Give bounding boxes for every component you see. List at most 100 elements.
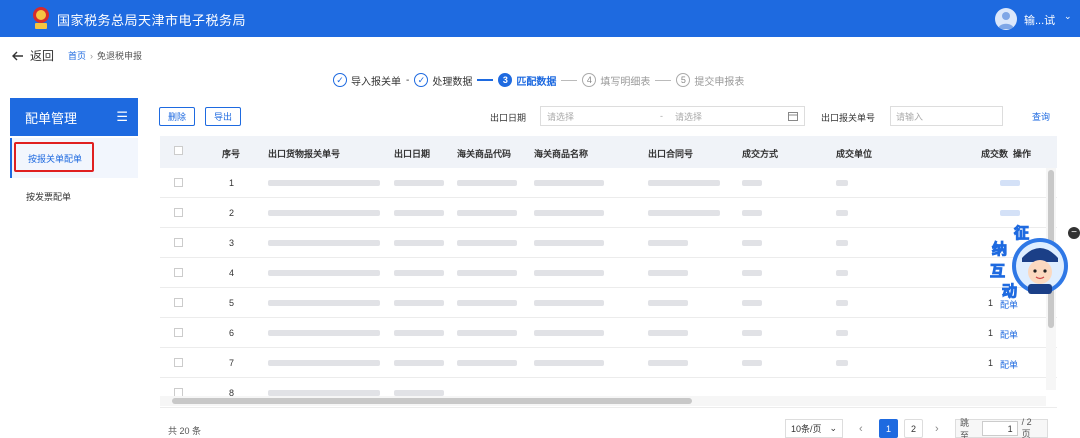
- prev-page-button[interactable]: ‹: [859, 419, 863, 438]
- user-avatar[interactable]: [995, 8, 1017, 30]
- column-header: 海关商品代码: [457, 149, 512, 159]
- step-submit: 5 提交申报表: [676, 73, 744, 88]
- sidebar-item-by-invoice[interactable]: 按发票配单: [10, 176, 138, 216]
- back-button[interactable]: 返回: [12, 47, 54, 64]
- redacted-cell: [457, 240, 517, 246]
- redacted-cell: [394, 270, 444, 276]
- step-number: 3: [498, 73, 513, 87]
- redacted-cell: [534, 300, 604, 306]
- redacted-cell: [742, 210, 762, 216]
- mascot-char: 互: [989, 263, 1006, 281]
- redacted-cell: [394, 210, 444, 216]
- redacted-cell: [742, 330, 762, 336]
- table-row[interactable]: 5 1 配单: [160, 288, 1057, 318]
- row-checkbox[interactable]: [174, 238, 183, 247]
- collapse-icon[interactable]: −: [1068, 227, 1080, 239]
- table-row[interactable]: 4: [160, 258, 1057, 288]
- redacted-cell: [742, 240, 762, 246]
- export-date-range[interactable]: 请选择 - 请选择: [540, 106, 805, 126]
- export-date-label: 出口日期: [490, 113, 527, 123]
- match-link[interactable]: 配单: [1000, 358, 1018, 371]
- row-checkbox[interactable]: [174, 328, 183, 337]
- row-seq: 2: [229, 208, 235, 218]
- redacted-cell: [394, 330, 444, 336]
- date-range-dash: -: [660, 111, 663, 121]
- step-connector: [655, 79, 672, 81]
- scroll-thumb[interactable]: [172, 398, 692, 404]
- row-checkbox[interactable]: [174, 298, 183, 307]
- redacted-cell: [268, 270, 380, 276]
- user-icon: [998, 12, 1014, 29]
- redacted-cell: [534, 330, 604, 336]
- redacted-cell: [534, 240, 604, 246]
- delete-button[interactable]: 删除: [159, 107, 195, 126]
- page-1-button[interactable]: 1: [879, 419, 898, 438]
- total-pages: / 2 页: [1021, 417, 1032, 438]
- step-number: 5: [676, 73, 691, 87]
- table-header: 序号 出口货物报关单号 出口日期 海关商品代码 海关商品名称 出口合同号 成交方…: [160, 136, 1057, 168]
- redacted-cell: [836, 300, 848, 306]
- redacted-cell: [836, 240, 848, 246]
- row-checkbox[interactable]: [174, 178, 183, 187]
- step-connector: [561, 79, 578, 81]
- date-end-field[interactable]: 请选择: [675, 110, 702, 123]
- redacted-cell: [268, 330, 380, 336]
- table-row[interactable]: 7 1 配单: [160, 348, 1057, 378]
- row-seq: 7: [229, 358, 235, 368]
- horizontal-scrollbar[interactable]: [160, 396, 1046, 406]
- table-row[interactable]: 2: [160, 198, 1057, 228]
- row-checkbox[interactable]: [174, 208, 183, 217]
- tax-emblem-icon: [33, 7, 49, 29]
- redacted-cell: [836, 210, 848, 216]
- assistant-mascot[interactable]: 征 纳 互 动: [988, 222, 1072, 304]
- jump-label: 跳至: [960, 417, 970, 438]
- step-label: 填写明细表: [600, 76, 651, 88]
- table-row[interactable]: 6 1 配单: [160, 318, 1057, 348]
- declaration-no-input[interactable]: 请输入: [890, 106, 1003, 126]
- mascot-char: 纳: [991, 241, 1008, 259]
- redacted-cell: [648, 360, 688, 366]
- row-checkbox[interactable]: [174, 268, 183, 277]
- export-button[interactable]: 导出: [205, 107, 241, 126]
- check-icon: ✓: [333, 73, 347, 87]
- breadcrumb-home[interactable]: 首页: [68, 51, 86, 61]
- menu-icon[interactable]: ☰: [116, 109, 128, 125]
- redacted-cell: [394, 300, 444, 306]
- chevron-down-icon[interactable]: ⌄: [1064, 11, 1072, 22]
- data-table: 序号 出口货物报关单号 出口日期 海关商品代码 海关商品名称 出口合同号 成交方…: [160, 136, 1057, 408]
- redacted-cell: [1000, 210, 1020, 216]
- query-button[interactable]: 查询: [1032, 110, 1050, 123]
- redacted-cell: [648, 330, 688, 336]
- table-row[interactable]: 3: [160, 228, 1057, 258]
- row-quantity: 1: [988, 358, 994, 368]
- column-header: 成交方式: [742, 149, 779, 159]
- redacted-cell: [457, 300, 517, 306]
- date-start-field[interactable]: 请选择: [547, 110, 574, 123]
- redacted-cell: [268, 360, 380, 366]
- page-2-button[interactable]: 2: [904, 419, 923, 438]
- select-all-checkbox[interactable]: [174, 146, 183, 155]
- row-seq: 1: [229, 178, 235, 188]
- redacted-cell: [534, 360, 604, 366]
- breadcrumb: 首页 › 免退税申报: [68, 49, 142, 62]
- redacted-cell: [394, 360, 444, 366]
- redacted-cell: [836, 270, 848, 276]
- redacted-cell: [268, 180, 380, 186]
- row-checkbox[interactable]: [174, 358, 183, 367]
- redacted-cell: [836, 330, 848, 336]
- total-count: 共 20 条: [168, 426, 202, 436]
- calendar-icon[interactable]: [788, 111, 798, 121]
- user-name[interactable]: 输...试: [1024, 12, 1055, 28]
- column-header: 海关商品名称: [534, 149, 589, 159]
- redacted-cell: [1000, 180, 1020, 186]
- redacted-cell: [648, 240, 688, 246]
- match-link[interactable]: 配单: [1000, 328, 1018, 341]
- redacted-cell: [534, 180, 604, 186]
- jump-page-input[interactable]: 1: [981, 421, 1018, 436]
- redacted-cell: [742, 180, 762, 186]
- page-size-select[interactable]: 10条/页 ⌄: [785, 419, 843, 438]
- declaration-no-label: 出口报关单号: [821, 113, 876, 123]
- table-row[interactable]: 1: [160, 168, 1057, 198]
- next-page-button[interactable]: ›: [935, 419, 939, 438]
- redacted-cell: [742, 270, 762, 276]
